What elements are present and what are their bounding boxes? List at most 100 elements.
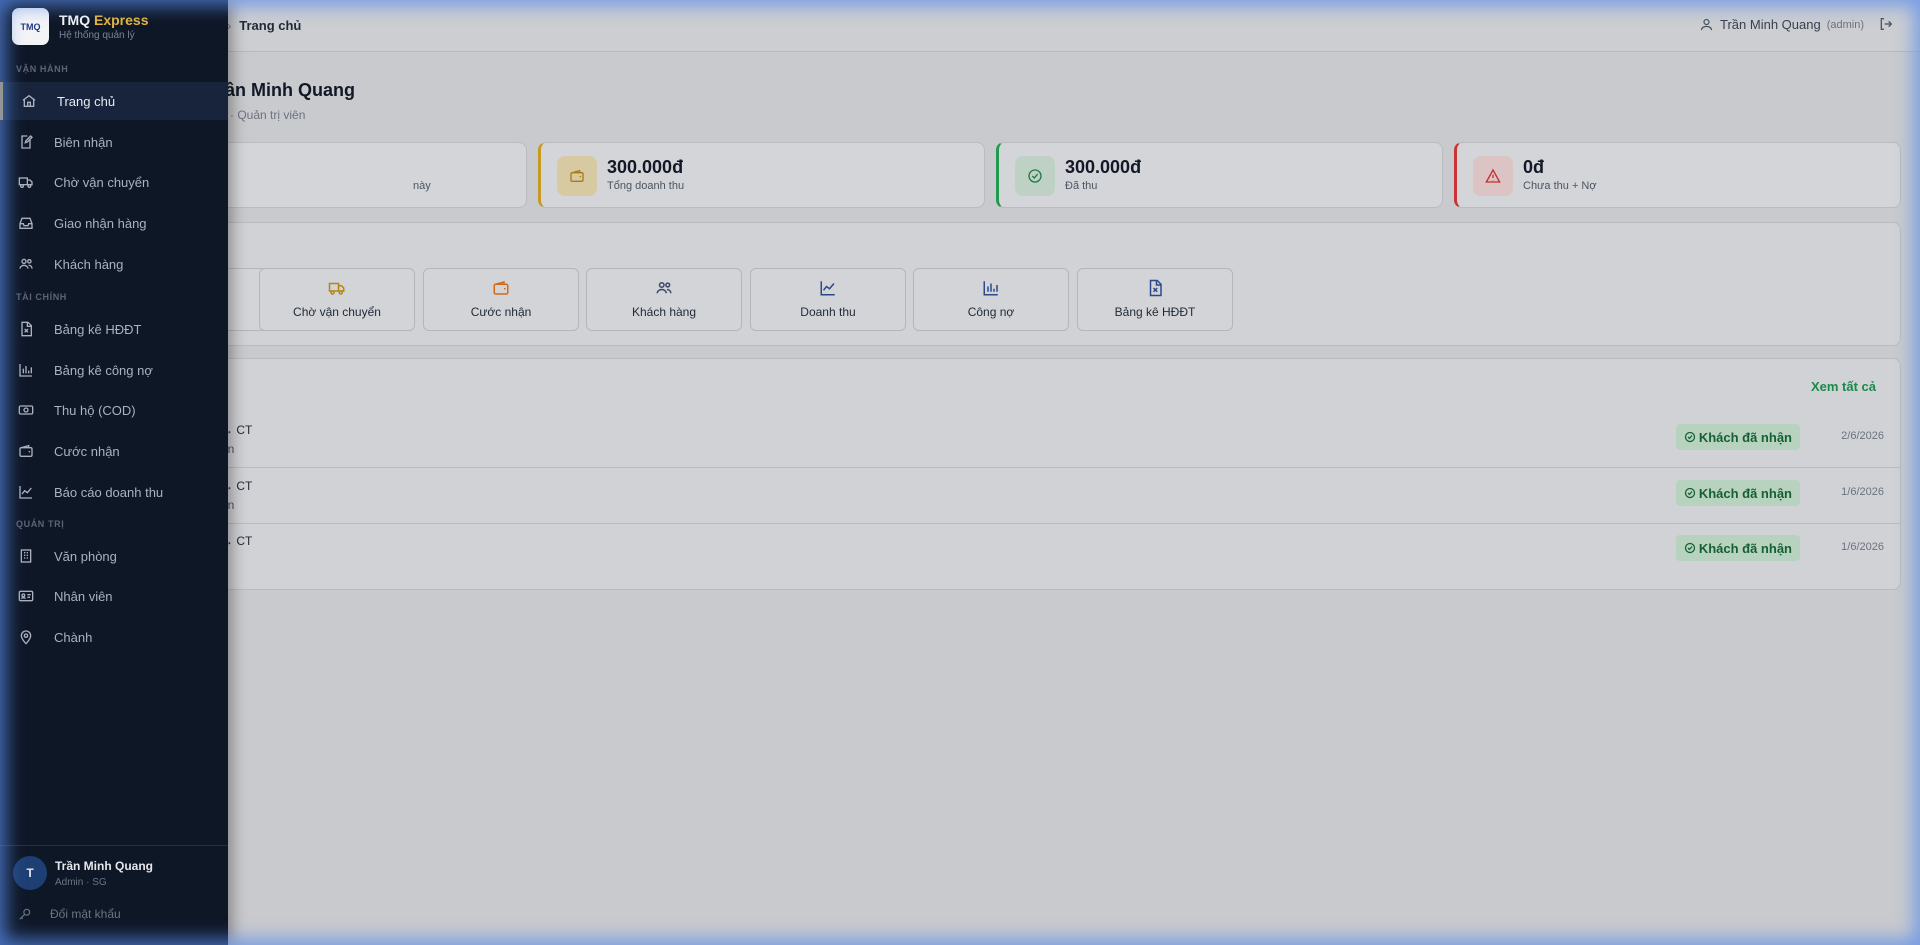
sidebar-item-customers[interactable]: Khách hàng [0, 245, 228, 283]
check-circle-icon [1015, 156, 1055, 196]
wallet-icon [19, 444, 33, 457]
quick-action-label: Doanh thu [800, 305, 856, 319]
bar-chart-icon [19, 364, 32, 377]
stat-card-orders: này [200, 142, 527, 208]
stat-label: Đã thu [1065, 180, 1098, 192]
sidebar-item-depots[interactable]: Chành [0, 618, 228, 656]
see-all-link[interactable]: Xem tất cả [1811, 379, 1876, 394]
sidebar-item-delivery[interactable]: Giao nhận hàng [0, 204, 228, 242]
sidebar-item-revenue-report[interactable]: Báo cáo doanh thu [0, 473, 228, 511]
top-user-role: (admin) [1826, 18, 1864, 31]
section-label-admin: QUẢN TRỊ [16, 519, 65, 529]
sidebar-item-einvoice[interactable]: Bảng kê HĐĐT [0, 310, 228, 348]
status-text: Khách đã nhận [1698, 485, 1792, 501]
avatar: T [13, 856, 47, 890]
breadcrumb-current: Trang chủ [239, 18, 302, 33]
map-pin-icon [20, 630, 32, 645]
file-x-icon [21, 321, 32, 337]
sidebar-item-label: Trang chủ [57, 94, 116, 109]
quick-action-label: Công nợ [967, 305, 1015, 319]
brand-subtitle: Hệ thống quản lý [59, 30, 135, 41]
truck-icon [18, 177, 33, 188]
status-text: Khách đã nhận [1698, 540, 1792, 556]
top-user-name: Trần Minh Quang [1720, 17, 1821, 32]
top-user[interactable]: Trần Minh Quang (admin) [1699, 17, 1864, 32]
sidebar-item-receipts[interactable]: Biên nhận [0, 123, 228, 161]
wallet-icon [493, 281, 509, 295]
sidebar-item-cod[interactable]: Thu hộ (COD) [0, 391, 228, 429]
sidebar-item-label: Biên nhận [54, 135, 113, 150]
quick-action-label: Cước nhận [470, 305, 532, 319]
sidebar-item-label: Báo cáo doanh thu [54, 485, 164, 500]
top-bar: h › Trang chủ Trần Minh Quang (admin) [0, 0, 1920, 52]
sidebar: TMQ TMQ Express Hệ thống quản lý VẬN HÀN… [0, 0, 228, 945]
stat-value: 300.000đ [607, 157, 684, 177]
quick-action-debt[interactable]: Công nợ [913, 268, 1069, 331]
section-label-finance: TÀI CHÍNH [16, 292, 67, 302]
logout-button[interactable] [1878, 16, 1896, 34]
logo: TMQ [12, 8, 49, 45]
stat-card-collected: 300.000đ Đã thu [996, 142, 1443, 208]
key-icon [19, 908, 31, 920]
home-icon [22, 94, 36, 107]
quick-action-customers[interactable]: Khách hàng [586, 268, 742, 331]
alert-triangle-icon [1473, 156, 1513, 196]
quick-action-freight[interactable]: Cước nhận [423, 268, 579, 331]
sidebar-item-label: Thu hộ (COD) [54, 403, 136, 418]
sidebar-item-freight[interactable]: Cước nhận [0, 432, 228, 470]
cash-icon [18, 405, 34, 415]
brand[interactable]: TMQ TMQ Express Hệ thống quản lý [12, 8, 148, 45]
stat-value: 0đ [1523, 157, 1545, 177]
sidebar-item-label: Nhân viên [54, 589, 113, 604]
stat-label: Tổng doanh thu [607, 180, 685, 192]
sidebar-item-label: Bảng kê HĐĐT [54, 322, 142, 337]
users-icon [656, 282, 672, 294]
recent-orders-panel: Xem tất cả → CT en Khách đã nhận 2/6/202… [200, 358, 1901, 590]
sidebar-item-label: Văn phòng [54, 549, 117, 564]
greeting-subtitle: · Quản trị viên [230, 108, 306, 122]
brand-name: TMQ Express [59, 12, 148, 28]
sidebar-item-waiting-transport[interactable]: Chờ vận chuyển [0, 163, 228, 201]
quick-action-label: Chờ vận chuyển [293, 305, 381, 319]
row-date: 1/6/2026 [1841, 541, 1884, 553]
section-label-ops: VẬN HÀNH [16, 64, 69, 74]
greeting-title: rần Minh Quang [218, 80, 355, 100]
sidebar-item-home[interactable]: Trang chủ [0, 82, 228, 120]
quick-action-label: Bảng kê HĐĐT [1114, 305, 1196, 319]
change-password-button[interactable]: Đổi mật khẩu [18, 907, 121, 921]
users-icon [19, 258, 33, 269]
table-row[interactable]: → CT en Khách đã nhận 2/6/2026 [201, 413, 1900, 468]
table-row[interactable]: → CT en Khách đã nhận 1/6/2026 [201, 469, 1900, 524]
status-badge: Khách đã nhận [1675, 535, 1800, 561]
stat-value: 300.000đ [1065, 157, 1142, 177]
table-row[interactable]: → CT i Khách đã nhận 1/6/2026 [201, 524, 1900, 579]
quick-action-einvoice[interactable]: Bảng kê HĐĐT [1077, 268, 1233, 331]
sidebar-item-debt-statement[interactable]: Bảng kê công nợ [0, 351, 228, 389]
building-icon [20, 549, 32, 563]
logout-icon [1880, 18, 1893, 30]
quick-actions-panel: Chờ vận chuyển Cước nhận Khách hàng Doan… [138, 222, 1901, 346]
stat-card-total-revenue: 300.000đ Tổng doanh thu [538, 142, 985, 208]
sidebar-item-label: Chành [54, 630, 93, 645]
sidebar-item-label: Khách hàng [54, 257, 124, 272]
bar-chart-icon [983, 281, 998, 296]
quick-action-revenue[interactable]: Doanh thu [750, 268, 906, 331]
sidebar-user-role: Admin · SG [55, 877, 107, 888]
trend-icon [19, 486, 32, 499]
row-date: 2/6/2026 [1841, 430, 1884, 442]
sidebar-user-name: Trần Minh Quang [55, 859, 153, 873]
sidebar-item-staff[interactable]: Nhân viên [0, 577, 228, 615]
brand-name-accent: Express [94, 12, 149, 28]
sidebar-item-label: Giao nhận hàng [54, 216, 147, 231]
brand-name-main: TMQ [59, 12, 91, 28]
row-date: 1/6/2026 [1841, 486, 1884, 498]
quick-action-waiting-transport[interactable]: Chờ vận chuyển [259, 268, 415, 331]
user-icon [1700, 18, 1713, 31]
main-content: h › Trang chủ Trần Minh Quang (admin) rầ… [0, 0, 1920, 945]
status-text: Khách đã nhận [1698, 429, 1792, 445]
status-badge: Khách đã nhận [1675, 480, 1800, 506]
stat-label: này [413, 180, 431, 192]
sidebar-item-offices[interactable]: Văn phòng [0, 537, 228, 575]
id-card-icon [18, 590, 34, 602]
sidebar-item-label: Cước nhận [54, 444, 120, 459]
